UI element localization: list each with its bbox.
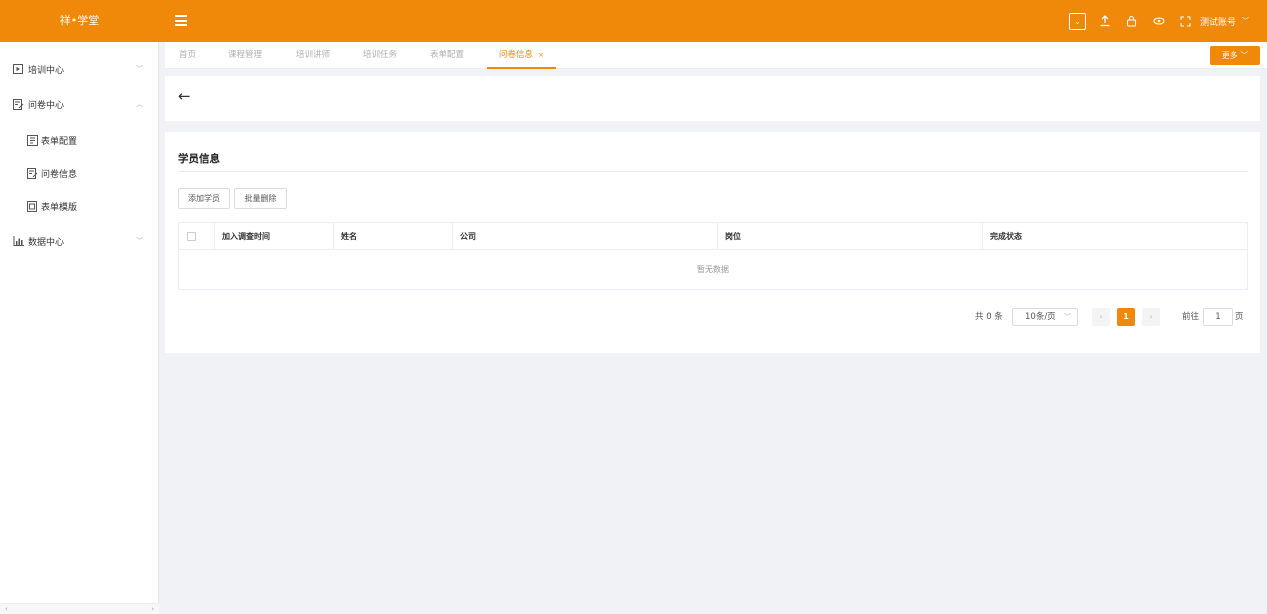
student-table: 加入调查时间 姓名 公司 岗位 完成状态 暂无数据 xyxy=(178,222,1248,290)
sidebar-item-training[interactable]: 培训中心 ﹀ xyxy=(0,59,159,79)
app-logo[interactable]: 祥•学堂 xyxy=(0,0,159,42)
chevron-down-icon: ﹀ xyxy=(136,237,143,245)
column-position[interactable]: 岗位 xyxy=(725,223,741,250)
pagination-total: 共 0 条 xyxy=(975,312,1003,322)
tab-trainers[interactable]: 培训讲师 xyxy=(296,42,330,69)
sidebar-item-data[interactable]: 数据中心 ﹀ xyxy=(0,231,159,251)
sidebar-subitem-form-config[interactable]: 表单配置 xyxy=(0,130,159,150)
sidebar-subitem-label: 表单模版 xyxy=(41,202,78,213)
account-name[interactable]: 测试账号 xyxy=(1200,15,1236,28)
sidebar-item-label: 培训中心 xyxy=(28,65,65,76)
current-page-button[interactable]: 1 xyxy=(1117,308,1135,326)
goto-page-input[interactable]: 1 xyxy=(1203,308,1233,326)
form-template-icon xyxy=(27,200,38,212)
page-size-select[interactable]: 10条/页 ﹀ xyxy=(1012,308,1078,326)
column-divider xyxy=(214,223,215,250)
tab-course-management[interactable]: 课程管理 xyxy=(228,42,262,69)
tab-home[interactable]: 首页 xyxy=(179,42,196,69)
column-divider xyxy=(452,223,453,250)
bar-chart-icon xyxy=(13,235,24,247)
chevron-down-icon: ﹀ xyxy=(136,65,143,73)
fullscreen-icon[interactable] xyxy=(1178,13,1194,29)
add-student-button[interactable]: 添加学员 xyxy=(178,188,230,209)
tab-form-config[interactable]: 表单配置 xyxy=(430,42,464,69)
next-page-button[interactable]: › xyxy=(1142,308,1160,326)
sidebar-scrollbar[interactable]: ‹ › xyxy=(0,603,159,614)
sidebar-subitem-form-template[interactable]: 表单模版 xyxy=(0,196,159,216)
form-info-icon xyxy=(27,167,38,179)
hamburger-icon[interactable] xyxy=(175,15,187,26)
sidebar-subitem-survey-info[interactable]: 问卷信息 xyxy=(0,163,159,183)
tab-training-tasks[interactable]: 培训任务 xyxy=(363,42,397,69)
page-title: 学员信息 xyxy=(178,153,220,165)
upload-icon[interactable] xyxy=(1097,13,1113,29)
column-divider xyxy=(717,223,718,250)
prev-page-button[interactable]: ‹ xyxy=(1092,308,1110,326)
sidebar-item-survey[interactable]: 问卷中心 ︿ xyxy=(0,94,159,114)
sidebar-subitem-label: 问卷信息 xyxy=(41,169,78,180)
form-edit-icon xyxy=(13,98,24,110)
column-divider xyxy=(333,223,334,250)
scroll-left-icon[interactable]: ‹ xyxy=(5,605,8,613)
chevron-up-icon: ︿ xyxy=(136,100,143,108)
column-join-time[interactable]: 加入调查时间 xyxy=(222,223,270,250)
tab-survey-info[interactable]: 问卷信息 × xyxy=(487,42,556,69)
goto-label: 前往 xyxy=(1182,312,1200,322)
dropdown-box-icon[interactable]: ⌄ xyxy=(1068,12,1086,30)
back-header: ← xyxy=(165,76,1260,121)
tabs-bar: 首页 课程管理 培训讲师 培训任务 表单配置 问卷信息 × xyxy=(165,42,1267,69)
sidebar-item-label: 问卷中心 xyxy=(28,100,65,111)
eye-icon[interactable] xyxy=(1151,13,1167,29)
batch-delete-button[interactable]: 批量删除 xyxy=(234,188,287,209)
empty-state: 暂无数据 xyxy=(697,265,729,274)
play-box-icon xyxy=(13,63,24,75)
form-config-icon xyxy=(27,134,38,146)
column-name[interactable]: 姓名 xyxy=(341,223,357,250)
back-arrow-icon[interactable]: ← xyxy=(178,87,191,105)
column-divider xyxy=(982,223,983,250)
top-right-toolbar: ⌄ 测试账号 ﹀ xyxy=(1068,0,1249,42)
sidebar-item-label: 数据中心 xyxy=(28,237,65,248)
column-company[interactable]: 公司 xyxy=(460,223,476,250)
select-all-checkbox[interactable] xyxy=(187,232,196,241)
sidebar: 培训中心 ﹀ 问卷中心 ︿ 表单配置 问卷信息 表单模版 数据中心 ﹀ ‹ › xyxy=(0,42,159,614)
more-button[interactable]: 更多 ﹀ xyxy=(1210,46,1260,65)
column-status[interactable]: 完成状态 xyxy=(990,223,1022,250)
sidebar-subitem-label: 表单配置 xyxy=(41,136,78,147)
chevron-down-icon[interactable]: ﹀ xyxy=(1242,16,1249,26)
page-suffix: 页 xyxy=(1235,312,1244,322)
top-bar: 祥•学堂 ⌄ 测试账号 ﹀ xyxy=(0,0,1267,42)
chevron-down-icon: ﹀ xyxy=(1064,313,1071,321)
divider xyxy=(178,171,1248,172)
scroll-right-icon[interactable]: › xyxy=(151,605,154,613)
close-icon[interactable]: × xyxy=(538,51,544,59)
lock-icon[interactable] xyxy=(1124,13,1140,29)
table-header: 加入调查时间 姓名 公司 岗位 完成状态 xyxy=(179,223,1247,250)
student-info-panel: 学员信息 添加学员 批量删除 加入调查时间 姓名 公司 岗位 完成状态 暂无数据… xyxy=(165,132,1260,353)
